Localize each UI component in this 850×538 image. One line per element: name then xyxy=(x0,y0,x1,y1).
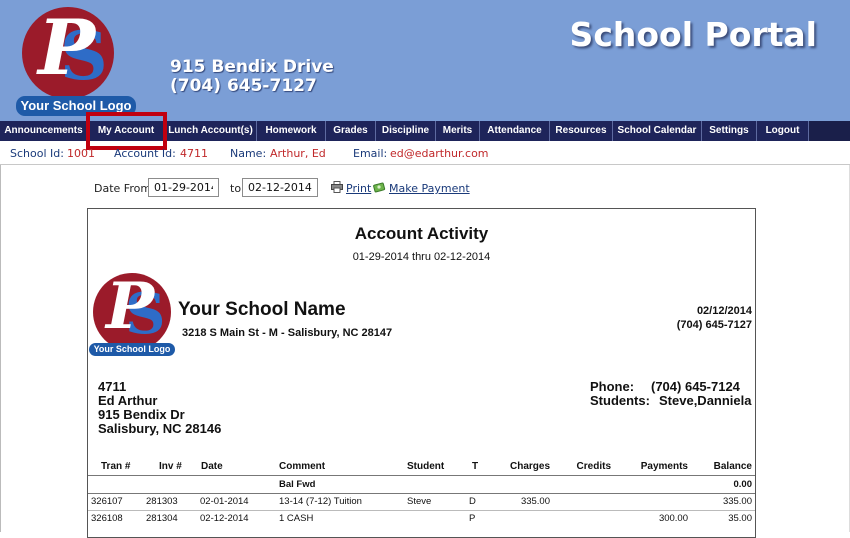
contact-block: Phone: (704) 645-7124 Students: Steve,Da… xyxy=(590,380,760,408)
nav-attendance[interactable]: Attendance xyxy=(480,121,550,141)
nav-resources[interactable]: Resources xyxy=(550,121,613,141)
date-to-input[interactable] xyxy=(242,178,318,197)
bal-fwd-value: 0.00 xyxy=(733,479,753,490)
address-phone: (704) 645-7127 xyxy=(170,76,317,96)
portal-title: School Portal xyxy=(569,15,817,54)
school-address: 915 Bendix Drive (704) 645-7127 xyxy=(170,58,334,96)
school-street: 3218 S Main St - M - Salisbury, NC 28147 xyxy=(182,327,393,339)
report-logo-letter-p: P xyxy=(106,273,155,344)
account-holder-block: 4711 Ed Arthur 915 Bendix Dr Salisbury, … xyxy=(98,380,221,436)
col-inv: Inv # xyxy=(159,461,182,472)
students-label: Students: xyxy=(590,393,650,408)
date-to-label: to xyxy=(230,182,242,195)
school-id-value: 1001 xyxy=(67,147,95,160)
report-date: 02/12/2014 xyxy=(696,305,752,317)
col-charges: Charges xyxy=(509,461,550,472)
school-logo[interactable]: S P xyxy=(22,7,114,99)
report-phone: (704) 645-7127 xyxy=(676,319,752,331)
account-city: Salisbury, NC 28146 xyxy=(98,421,222,436)
contact-phone: (704) 645-7124 xyxy=(651,379,740,394)
cell-charges: 335.00 xyxy=(520,496,550,507)
nav-grades[interactable]: Grades xyxy=(326,121,376,141)
students-value: Steve,Danniela xyxy=(659,393,752,408)
print-link[interactable]: Print xyxy=(346,182,371,195)
nav-school-calendar[interactable]: School Calendar xyxy=(613,121,702,141)
phone-label: Phone: xyxy=(590,379,635,394)
cell-tran: 326108 xyxy=(91,513,123,524)
cell-date: 02-12-2014 xyxy=(200,513,249,524)
report-title: Account Activity xyxy=(354,224,489,243)
report-school-logo: S P xyxy=(93,273,171,351)
bal-fwd-label: Bal Fwd xyxy=(279,479,316,490)
report-date-block: 02/12/2014 (704) 645-7127 xyxy=(677,304,752,332)
cell-comment: 1 CASH xyxy=(279,513,314,524)
cell-balance: 335.00 xyxy=(722,496,752,507)
cell-student: Steve xyxy=(407,496,432,507)
account-street: 915 Bendix Dr xyxy=(98,407,185,422)
school-id-label: School Id: xyxy=(10,147,64,160)
col-t: T xyxy=(472,461,479,472)
account-id-value: 4711 xyxy=(180,147,208,160)
col-credits: Credits xyxy=(576,461,611,472)
email-label: Email: xyxy=(353,147,388,160)
account-name: Ed Arthur xyxy=(98,393,158,408)
school-name: Your School Name xyxy=(178,299,346,320)
col-tran: Tran # xyxy=(101,461,131,472)
students-line: Students: Steve,Danniela xyxy=(590,394,760,408)
cell-date: 02-01-2014 xyxy=(200,496,249,507)
name-label: Name: xyxy=(230,147,267,160)
cell-payments: 300.00 xyxy=(658,513,688,524)
header-banner: S P Your School Logo 915 Bendix Drive (7… xyxy=(0,0,850,121)
nav-merits[interactable]: Merits xyxy=(436,121,480,141)
nav-logout[interactable]: Logout xyxy=(757,121,809,141)
nav-lunch-accounts[interactable]: Lunch Account(s) xyxy=(165,121,257,141)
name-value: Arthur, Ed xyxy=(270,147,326,160)
nav-settings[interactable]: Settings xyxy=(702,121,757,141)
date-from-label: Date From: xyxy=(94,182,155,195)
nav-announcements[interactable]: Announcements xyxy=(0,121,88,141)
date-from-input[interactable] xyxy=(148,178,219,197)
cell-t: P xyxy=(469,513,476,524)
cell-inv: 281304 xyxy=(146,513,178,524)
account-activity-report: Account Activity 01-29-2014 thru 02-12-2… xyxy=(87,208,756,538)
account-id-label: Account Id: xyxy=(114,147,176,160)
nav-discipline[interactable]: Discipline xyxy=(376,121,436,141)
printer-icon[interactable] xyxy=(331,181,343,193)
col-balance: Balance xyxy=(713,461,752,472)
phone-line: Phone: (704) 645-7124 xyxy=(590,380,760,394)
address-street: 915 Bendix Drive xyxy=(170,57,334,77)
logo-letter-p: P xyxy=(38,7,96,92)
cell-comment: 13-14 (7-12) Tuition xyxy=(279,496,362,507)
account-info-bar: School Id: 1001 Account Id: 4711 Name: A… xyxy=(0,141,850,165)
header-rule xyxy=(88,475,755,476)
content-left-border xyxy=(0,165,1,532)
cell-balance: 35.00 xyxy=(728,513,752,524)
col-student: Student xyxy=(407,461,445,472)
bal-fwd-rule xyxy=(88,493,755,494)
cell-tran: 326107 xyxy=(91,496,123,507)
report-logo-badge: Your School Logo xyxy=(89,343,175,356)
payment-icon[interactable] xyxy=(373,181,386,193)
report-date-range: 01-29-2014 thru 02-12-2014 xyxy=(352,251,491,263)
col-payments: Payments xyxy=(640,461,688,472)
nav-homework[interactable]: Homework xyxy=(257,121,326,141)
account-number: 4711 xyxy=(98,379,127,394)
email-value: ed@edarthur.com xyxy=(390,147,489,160)
col-comment: Comment xyxy=(279,461,326,472)
make-payment-link[interactable]: Make Payment xyxy=(389,182,470,195)
cell-t: D xyxy=(469,496,476,507)
col-date: Date xyxy=(201,461,223,472)
row-rule xyxy=(88,510,755,511)
cell-inv: 281303 xyxy=(146,496,178,507)
